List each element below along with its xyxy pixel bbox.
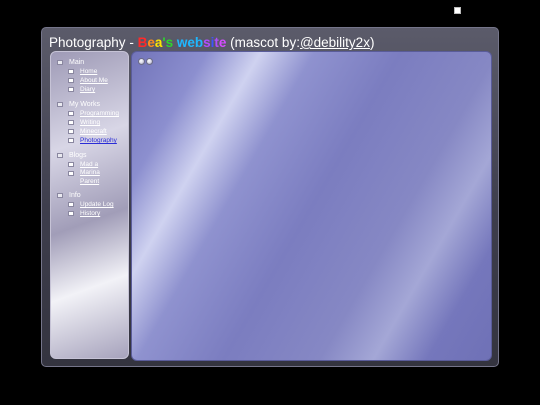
nav-group-header: Blogs xyxy=(57,151,100,160)
sidebar-item-about-me[interactable]: About Me xyxy=(68,76,108,85)
title-prefix: Photography xyxy=(49,35,126,50)
nav-link[interactable]: Parent xyxy=(80,178,100,187)
page-icon xyxy=(68,120,74,125)
nav-link[interactable]: Minecraft xyxy=(80,128,107,135)
nav-group-label: Main xyxy=(69,59,85,66)
site-name-letter: B xyxy=(137,35,148,50)
mascot-suffix: ) xyxy=(369,35,375,50)
sidebar: Main Home About Me Diary My Works Progra… xyxy=(50,51,129,359)
page-icon xyxy=(68,202,74,207)
site-name-letter: e xyxy=(187,35,195,50)
nav-link[interactable]: Marina xyxy=(80,169,100,178)
sidebar-item-diary[interactable]: Diary xyxy=(68,85,108,94)
site-name-letter: w xyxy=(176,35,188,50)
content-toolbar xyxy=(138,58,153,65)
sidebar-item-photography[interactable]: Photography xyxy=(68,136,119,145)
folder-icon xyxy=(57,193,63,198)
folder-icon xyxy=(57,102,63,107)
nav-group-header: Info xyxy=(57,191,114,200)
content-panel xyxy=(131,51,492,361)
nav-link[interactable]: Mad a xyxy=(80,161,98,168)
sidebar-item-home[interactable]: Home xyxy=(68,67,108,76)
nav-group-label: My Works xyxy=(69,101,100,108)
sidebar-item-mad-a[interactable]: Mad a xyxy=(68,160,100,169)
page-icon xyxy=(68,171,74,176)
mascot-credit-link[interactable]: @debility2x xyxy=(300,35,370,50)
site-name-letter: s xyxy=(203,35,211,50)
broken-image-icon xyxy=(454,7,461,14)
nav-group-header: Main xyxy=(57,58,108,67)
nav-link[interactable]: Writing xyxy=(80,119,100,126)
nav-link[interactable]: History xyxy=(80,210,100,217)
site-name: Bea's website xyxy=(138,35,227,50)
nav-group-info: Info Update Log History xyxy=(57,191,114,218)
nav-link-active[interactable]: Photography xyxy=(80,137,117,144)
page-icon xyxy=(68,78,74,83)
site-name-letter: e xyxy=(147,35,155,50)
nav-group-label: Blogs xyxy=(69,152,87,159)
folder-icon xyxy=(57,60,63,65)
sidebar-item-programming[interactable]: Programming xyxy=(68,109,119,118)
site-window: Photography - Bea's website (mascot by:@… xyxy=(41,27,499,367)
nav-link[interactable]: Home xyxy=(80,68,97,75)
sidebar-item-minecraft[interactable]: Minecraft xyxy=(68,127,119,136)
nav-link[interactable]: Update Log xyxy=(80,201,114,208)
nav-link[interactable]: Diary xyxy=(80,86,95,93)
mascot-prefix: (mascot by: xyxy=(226,35,300,50)
page-title: Photography - Bea's website (mascot by:@… xyxy=(49,34,374,52)
page-icon xyxy=(68,87,74,92)
nav-group-label: Info xyxy=(69,192,81,199)
sidebar-item-update-log[interactable]: Update Log xyxy=(68,200,114,209)
minimize-icon[interactable] xyxy=(138,58,145,65)
nav-group-blogs: Blogs Mad a Marina Parent xyxy=(57,151,100,186)
nav-group-header: My Works xyxy=(57,100,119,109)
page-icon xyxy=(68,211,74,216)
site-name-letter: b xyxy=(194,35,204,50)
page-icon xyxy=(68,162,74,167)
nav-group-my-works: My Works Programming Writing Minecraft P… xyxy=(57,100,119,145)
sidebar-item-writing[interactable]: Writing xyxy=(68,118,119,127)
nav-link[interactable]: About Me xyxy=(80,77,108,84)
page-icon xyxy=(68,138,74,143)
title-separator: - xyxy=(125,35,138,50)
maximize-icon[interactable] xyxy=(146,58,153,65)
nav-group-main: Main Home About Me Diary xyxy=(57,58,108,94)
nav-link[interactable]: Programming xyxy=(80,110,119,117)
page-icon xyxy=(68,111,74,116)
folder-icon xyxy=(57,153,63,158)
sidebar-item-history[interactable]: History xyxy=(68,209,114,218)
site-name-letter: s xyxy=(165,35,174,50)
sidebar-item-marina-parent[interactable]: Marina Parent xyxy=(68,169,100,186)
page-icon xyxy=(68,69,74,74)
page-icon xyxy=(68,129,74,134)
